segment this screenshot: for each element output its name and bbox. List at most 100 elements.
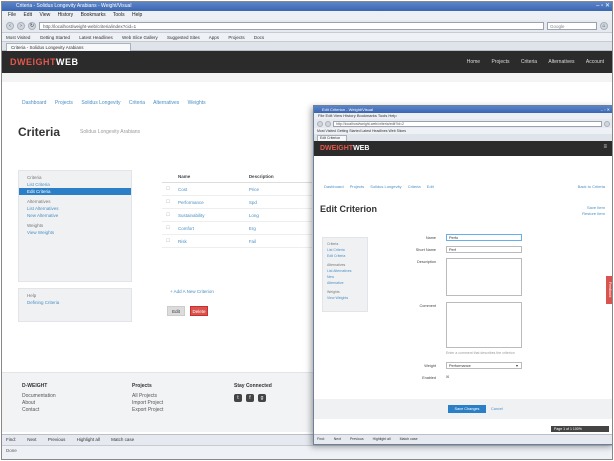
breadcrumb-item[interactable]: Projects <box>350 184 364 189</box>
sidebar-item-edit-criteria[interactable]: Edit Criteria <box>19 188 131 195</box>
menu-edit[interactable]: Edit <box>23 12 32 18</box>
cancel-link[interactable]: Cancel <box>491 405 503 413</box>
breadcrumb-item[interactable]: Criteria <box>129 100 145 106</box>
nav-projects[interactable]: Projects <box>491 59 509 65</box>
bookmark-item[interactable]: Apps <box>209 35 219 40</box>
home-icon[interactable]: ⌂ <box>600 22 608 30</box>
menu-history[interactable]: History <box>58 12 74 18</box>
nav-alternatives[interactable]: Alternatives <box>548 59 574 65</box>
footer-link[interactable]: Export Project <box>132 407 163 414</box>
menu-icon[interactable]: ≡ <box>603 144 607 150</box>
nav-home[interactable]: Home <box>467 59 480 65</box>
sidebar-item-list-criteria[interactable]: List Criteria <box>19 181 131 188</box>
row-name-link[interactable]: Sustainability <box>174 208 245 222</box>
find-match-case[interactable]: Match case <box>400 437 418 441</box>
table-row[interactable]: ☐ Cost Price <box>162 182 312 196</box>
breadcrumb-item[interactable]: Criteria <box>408 184 421 189</box>
breadcrumb-item[interactable]: Dashboard <box>324 184 344 189</box>
menu-bookmarks[interactable]: Bookmarks <box>81 12 106 18</box>
bookmark-item[interactable]: Suggested Sites <box>167 35 200 40</box>
feedback-tab[interactable]: Feedback <box>606 276 612 304</box>
bookmark-item[interactable]: Docs <box>254 35 264 40</box>
tab-criteria[interactable]: Criteria - Solidus Longevity Arabians <box>6 43 131 51</box>
row-checkbox[interactable]: ☐ <box>162 208 175 222</box>
footer-link[interactable]: Contact <box>22 407 56 414</box>
site-logo[interactable]: DWEIGHTWEB <box>10 57 79 67</box>
breadcrumb-item[interactable]: Weights <box>188 100 206 106</box>
find-match-case[interactable]: Match case <box>111 437 134 442</box>
breadcrumb-item[interactable]: Projects <box>55 100 73 106</box>
help-link[interactable]: Defining Criteria <box>19 299 131 306</box>
table-row[interactable]: ☐ Comfort Erg <box>162 221 312 235</box>
back-to-criteria-link[interactable]: Back to Criteria <box>578 184 605 189</box>
footer-link[interactable]: Import Project <box>132 400 163 407</box>
bookmark-item[interactable]: Most Visited <box>6 35 30 40</box>
popup-logo[interactable]: DWEIGHTWEB <box>320 145 369 152</box>
address-bar[interactable]: http://localhost/weight-web/criteria/ind… <box>39 22 544 30</box>
bookmark-item[interactable]: Web Slice Gallery <box>122 35 158 40</box>
edit-button[interactable]: Edit <box>167 306 185 316</box>
find-highlight[interactable]: Highlight all <box>77 437 100 442</box>
popup-back-icon[interactable] <box>317 120 323 127</box>
breadcrumb-item[interactable]: Alternatives <box>153 100 179 106</box>
row-name-link[interactable]: Risk <box>174 234 245 248</box>
enabled-checkbox[interactable]: ☒ <box>446 375 449 379</box>
menu-view[interactable]: View <box>39 12 50 18</box>
comment-field[interactable] <box>446 302 522 348</box>
facebook-icon[interactable]: f <box>246 394 254 402</box>
row-name-link[interactable]: Cost <box>174 182 245 196</box>
find-previous[interactable]: Previous <box>48 437 66 442</box>
short-name-field[interactable]: Perf <box>446 246 522 253</box>
search-input[interactable]: Google <box>547 22 597 30</box>
forward-icon[interactable]: › <box>17 22 25 30</box>
bookmark-item[interactable]: Projects <box>228 35 244 40</box>
row-name-link[interactable]: Performance <box>174 195 245 209</box>
row-name-link[interactable]: Comfort <box>174 221 245 235</box>
nav-criteria[interactable]: Criteria <box>521 59 537 65</box>
footer-link[interactable]: Documentation <box>22 393 56 400</box>
menu-tools[interactable]: Tools <box>113 12 125 18</box>
find-next[interactable]: Next <box>27 437 36 442</box>
sidebar-item-view-weights[interactable]: View Weights <box>19 229 131 236</box>
nav-account[interactable]: Account <box>586 59 604 65</box>
weight-select[interactable]: Performance ▾ <box>446 362 522 369</box>
row-checkbox[interactable]: ☐ <box>162 182 175 196</box>
table-row[interactable]: ☐ Performance Spd <box>162 195 312 209</box>
save-changes-button[interactable]: Save Changes <box>448 405 486 413</box>
table-row[interactable]: ☐ Risk Fail <box>162 234 312 248</box>
bookmark-item[interactable]: Getting Started <box>40 35 70 40</box>
menu-help[interactable]: Help <box>132 12 142 18</box>
col-header-name[interactable]: Name <box>174 171 245 183</box>
table-row[interactable]: ☐ Sustainability Long <box>162 208 312 222</box>
sidebar-item-new-alternative[interactable]: New Alternative <box>19 212 131 219</box>
popup-window-controls[interactable]: – ▫ ✕ <box>601 106 610 113</box>
breadcrumb-item[interactable]: Edit <box>427 184 434 189</box>
find-next[interactable]: Next <box>334 437 341 441</box>
row-checkbox[interactable]: ☐ <box>162 195 175 209</box>
window-controls[interactable]: – ▫ ✕ <box>596 2 610 11</box>
name-field[interactable]: Perfo <box>446 234 522 241</box>
reload-icon[interactable]: ↻ <box>28 22 36 30</box>
add-criterion-link[interactable]: + Add A New Criterion <box>170 289 214 294</box>
row-checkbox[interactable]: ☐ <box>162 221 175 235</box>
bookmark-item[interactable]: Latest Headlines <box>79 35 113 40</box>
find-highlight[interactable]: Highlight all <box>373 437 391 441</box>
popup-home-icon[interactable] <box>604 120 610 127</box>
breadcrumb-item[interactable]: Dashboard <box>22 100 46 106</box>
google-plus-icon[interactable]: g <box>258 394 266 402</box>
popup-forward-icon[interactable] <box>325 120 331 127</box>
footer-link[interactable]: All Projects <box>132 393 163 400</box>
footer-link[interactable]: About <box>22 400 56 407</box>
find-previous[interactable]: Previous <box>350 437 364 441</box>
restore-item-link[interactable]: Restore Item <box>582 211 605 217</box>
row-checkbox[interactable]: ☐ <box>162 234 175 248</box>
description-field[interactable] <box>446 258 522 296</box>
twitter-icon[interactable]: t <box>234 394 242 402</box>
menu-file[interactable]: File <box>8 12 16 18</box>
breadcrumb-item[interactable]: Solidus Longevity <box>370 184 401 189</box>
sidebar-item-list-alternatives[interactable]: List Alternatives <box>19 205 131 212</box>
back-icon[interactable]: ‹ <box>6 22 14 30</box>
delete-button[interactable]: Delete <box>190 306 208 316</box>
popup-address-bar[interactable]: http://localhost/weight-web/criteria/edi… <box>333 120 602 127</box>
col-header-description[interactable]: Description <box>244 171 312 183</box>
